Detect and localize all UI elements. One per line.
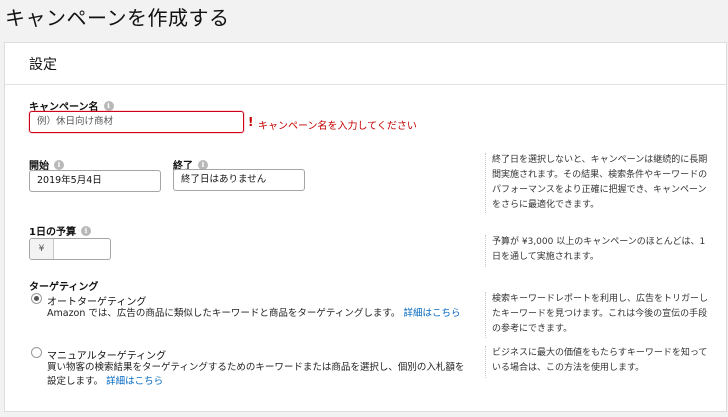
- settings-title: 設定: [29, 57, 57, 73]
- daily-budget-input[interactable]: [54, 239, 110, 259]
- manual-targeting-description: 買い物客の検索結果をターゲティングするためのキーワードまたは商品を選択し、個別の…: [47, 361, 472, 389]
- auto-targeting-label[interactable]: オートターゲティング: [47, 293, 146, 308]
- manual-targeting-learn-more-link[interactable]: 詳細はこちら: [106, 376, 163, 387]
- settings-card: 設定 キャンペーン名 i 例）休日向け商材 ! キャンペーン名を入力してください…: [4, 42, 727, 412]
- error-icon: !: [248, 115, 254, 129]
- info-icon[interactable]: i: [198, 159, 208, 170]
- end-date-input[interactable]: 終了日はありません: [173, 169, 305, 191]
- settings-card-header: 設定: [5, 43, 726, 85]
- targeting-label: ターゲティング: [29, 282, 99, 293]
- daily-budget-label: 1日の予算 i: [29, 223, 91, 238]
- info-icon[interactable]: i: [103, 100, 114, 111]
- auto-targeting-desc-text: Amazon では、広告の商品に類似したキーワードと商品をターゲティングします。: [47, 308, 401, 319]
- manual-targeting-radio[interactable]: [31, 347, 42, 358]
- info-icon[interactable]: i: [80, 225, 91, 236]
- auto-targeting-description: Amazon では、広告の商品に類似したキーワードと商品をターゲティングします。…: [47, 307, 467, 321]
- manual-targeting-label[interactable]: マニュアルターゲティング: [47, 347, 166, 362]
- auto-targeting-learn-more-link[interactable]: 詳細はこちら: [403, 308, 460, 319]
- page-title: キャンペーンを作成する: [5, 6, 230, 30]
- daily-budget-label-text: 1日の予算: [29, 227, 76, 238]
- end-date-help: 終了日を選択しないと、キャンペーンは継続的に長期間実施されます。その結果、検索条…: [485, 153, 710, 213]
- info-icon[interactable]: i: [54, 159, 64, 170]
- campaign-name-input[interactable]: 例）休日向け商材: [29, 111, 244, 133]
- daily-budget-help: 予算が ¥3,000 以上のキャンペーンのほとんどは、1日を通して実施されます。: [485, 235, 710, 267]
- yen-currency-icon: ¥: [30, 239, 54, 259]
- auto-targeting-radio[interactable]: [31, 293, 42, 304]
- manual-targeting-help: ビジネスに最大の価値をもたらすキーワードを知っている場合は、この方法を使用します…: [485, 346, 710, 378]
- start-date-input[interactable]: 2019年5月4日: [29, 170, 161, 192]
- auto-targeting-help: 検索キーワードレポートを利用し、広告をトリガーしたキーワードを見つけます。これは…: [485, 292, 710, 338]
- campaign-name-error: キャンペーン名を入力してください: [258, 121, 417, 132]
- daily-budget-field[interactable]: ¥: [29, 238, 111, 260]
